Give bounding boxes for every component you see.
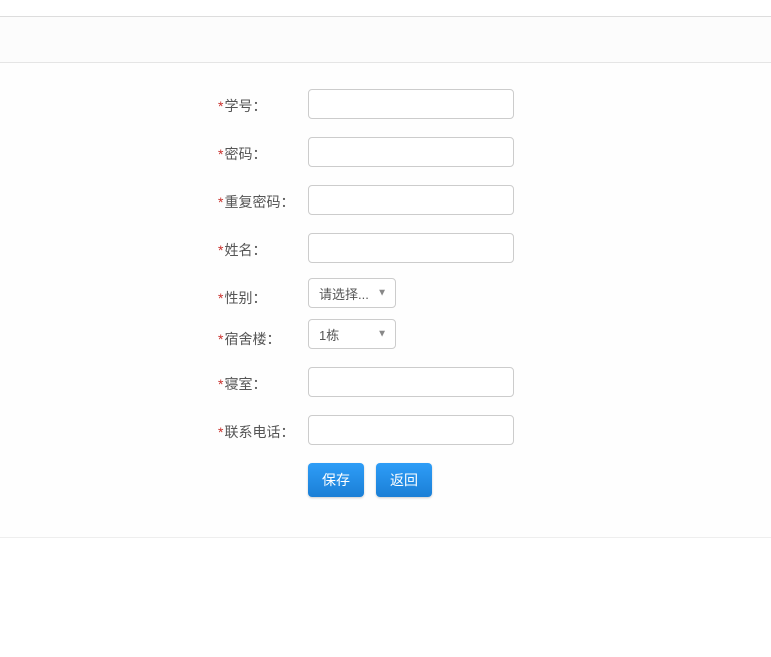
- input-name[interactable]: [308, 233, 514, 263]
- required-asterisk: *: [218, 194, 223, 210]
- required-asterisk: *: [218, 98, 223, 114]
- input-student-id[interactable]: [308, 89, 514, 119]
- row-password-confirm: *重复密码：: [0, 185, 771, 215]
- row-dormitory-building: *宿舍楼： 1栋 ▼: [0, 322, 771, 349]
- required-asterisk: *: [218, 376, 223, 392]
- required-asterisk: *: [218, 331, 223, 347]
- select-gender-text: 请选择...: [319, 284, 369, 303]
- label-gender: *性别：: [218, 281, 308, 308]
- select-gender[interactable]: 请选择... ▼: [308, 278, 396, 308]
- chevron-down-icon: ▼: [377, 288, 387, 299]
- label-name: *姓名：: [218, 233, 308, 260]
- form-container: *学号： *密码： *重复密码： *姓名： *性别： 请选择... ▼ *宿舍楼…: [0, 63, 771, 538]
- row-name: *姓名：: [0, 233, 771, 263]
- label-password-confirm: *重复密码：: [218, 185, 308, 212]
- required-asterisk: *: [218, 146, 223, 162]
- input-password[interactable]: [308, 137, 514, 167]
- required-asterisk: *: [218, 424, 223, 440]
- row-student-id: *学号：: [0, 89, 771, 119]
- chevron-down-icon: ▼: [377, 329, 387, 340]
- label-dorm-room: *寝室：: [218, 367, 308, 394]
- input-dorm-room[interactable]: [308, 367, 514, 397]
- button-row: 保存 返回: [0, 463, 771, 497]
- required-asterisk: *: [218, 290, 223, 306]
- row-gender: *性别： 请选择... ▼: [0, 281, 771, 308]
- toolbar-area: [0, 17, 771, 63]
- back-button[interactable]: 返回: [376, 463, 432, 497]
- row-phone: *联系电话：: [0, 415, 771, 445]
- select-dormitory-building-text: 1栋: [319, 325, 339, 344]
- save-button[interactable]: 保存: [308, 463, 364, 497]
- row-dorm-room: *寝室：: [0, 367, 771, 397]
- label-student-id: *学号：: [218, 89, 308, 116]
- label-phone: *联系电话：: [218, 415, 308, 442]
- input-phone[interactable]: [308, 415, 514, 445]
- row-password: *密码：: [0, 137, 771, 167]
- select-dormitory-building[interactable]: 1栋 ▼: [308, 319, 396, 349]
- label-dormitory-building: *宿舍楼：: [218, 322, 308, 349]
- label-password: *密码：: [218, 137, 308, 164]
- required-asterisk: *: [218, 242, 223, 258]
- top-border-bar: [0, 0, 771, 17]
- input-password-confirm[interactable]: [308, 185, 514, 215]
